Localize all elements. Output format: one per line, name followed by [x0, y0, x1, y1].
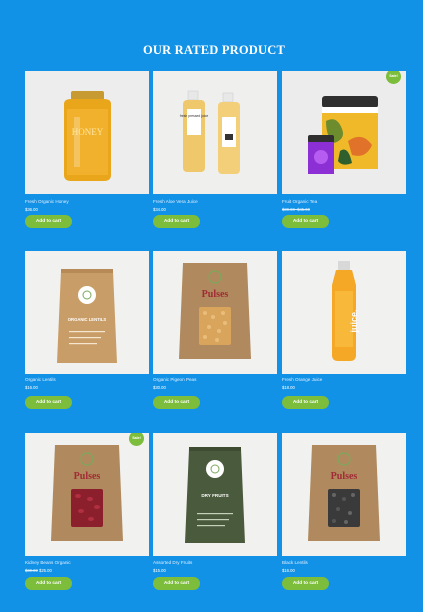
product-name[interactable]: Fruit Organic Tea — [282, 199, 317, 204]
product-image-aloe-juice[interactable]: fresh pressed juice — [153, 71, 277, 194]
product-image-fruit-tea[interactable]: Sale! — [282, 71, 406, 194]
product-name[interactable]: Fresh Aloe Vera Juice — [153, 199, 198, 204]
add-to-cart-button[interactable]: Add to cart — [25, 396, 72, 409]
product-image-lentils[interactable]: ORGANIC LENTILS — [25, 251, 149, 374]
add-to-cart-button[interactable]: Add to cart — [25, 215, 72, 228]
product-card-orange-juice: juice. Fresh Orange Juice $18.00 Add to … — [282, 251, 406, 409]
dry-fruits-pack-label: DRY FRUITS — [201, 493, 228, 498]
product-price: $18.00 — [282, 385, 295, 390]
product-image-dry-fruits[interactable]: DRY FRUITS — [153, 433, 277, 556]
product-card-aloe-juice: fresh pressed juice Fresh Aloe Vera Juic… — [153, 71, 277, 228]
product-card-fruit-tea: Sale! Fruit Organic Tea $30.00–$45.00 Ad… — [282, 71, 406, 228]
sale-price: $25.00 — [38, 568, 52, 573]
product-image-kidney-beans[interactable]: Pulses Sale! — [25, 433, 149, 556]
product-price: $30.00–$45.00 — [282, 207, 310, 212]
product-name[interactable]: Black Lentils — [282, 560, 308, 565]
product-name[interactable]: Kidney Beans Organic — [25, 560, 71, 565]
add-to-cart-button[interactable]: Add to cart — [282, 577, 329, 590]
add-to-cart-button[interactable]: Add to cart — [153, 577, 200, 590]
juice-bottle-label: fresh pressed juice — [180, 114, 209, 118]
honey-jar-label: HONEY — [72, 127, 104, 137]
product-price: $16.00 — [25, 385, 38, 390]
product-card-pigeon-peas: Pulses Organic Pigeon Peas $30.00 Add to… — [153, 251, 277, 409]
orange-juice-label: juice. — [349, 309, 359, 333]
product-card-dry-fruits: DRY FRUITS Assorted Dry Fruits $15.00 Ad… — [153, 433, 277, 590]
add-to-cart-button[interactable]: Add to cart — [282, 396, 329, 409]
lentils-pack-label: ORGANIC LENTILS — [68, 317, 107, 322]
product-price: $30.00 — [153, 385, 166, 390]
pulses-pack-label: Pulses — [331, 471, 358, 482]
product-image-pigeon-peas[interactable]: Pulses — [153, 251, 277, 374]
pulses-pack-label: Pulses — [74, 471, 101, 482]
product-price: $36.00 — [25, 207, 38, 212]
original-price: $30.00–$45.00 — [282, 207, 310, 212]
product-price: $30.00 $25.00 — [25, 568, 52, 573]
add-to-cart-button[interactable]: Add to cart — [153, 396, 200, 409]
section-title: OUR RATED PRODUCT — [142, 43, 286, 57]
add-to-cart-button[interactable]: Add to cart — [282, 215, 329, 228]
product-section: OUR RATED PRODUCT HONEY Fresh Organic Ho… — [0, 0, 423, 612]
product-name[interactable]: Assorted Dry Fruits — [153, 560, 192, 565]
product-name[interactable]: Fresh Orange Juice — [282, 377, 322, 382]
product-name[interactable]: Fresh Organic Honey — [25, 199, 69, 204]
add-to-cart-button[interactable]: Add to cart — [153, 215, 200, 228]
product-price: $16.00 — [282, 568, 295, 573]
product-price: $15.00 — [153, 568, 166, 573]
product-name[interactable]: Organic Lentils — [25, 377, 56, 382]
pulses-pack-label: Pulses — [202, 289, 229, 300]
product-card-honey: HONEY Fresh Organic Honey $36.00 Add to … — [25, 71, 149, 228]
product-image-black-lentils[interactable]: Pulses — [282, 433, 406, 556]
product-price: $34.00 — [153, 207, 166, 212]
original-price: $30.00 — [25, 568, 38, 573]
product-image-honey[interactable]: HONEY — [25, 71, 149, 194]
product-card-lentils: ORGANIC LENTILS Organic Lentils $16.00 A… — [25, 251, 149, 409]
product-card-black-lentils: Pulses Black Lentils $16.00 Add to cart — [282, 433, 406, 590]
product-image-orange-juice[interactable]: juice. — [282, 251, 406, 374]
add-to-cart-button[interactable]: Add to cart — [25, 577, 72, 590]
product-card-kidney-beans: Pulses Sale! Kidney Beans Organic $30.00… — [25, 433, 149, 590]
product-name[interactable]: Organic Pigeon Peas — [153, 377, 196, 382]
